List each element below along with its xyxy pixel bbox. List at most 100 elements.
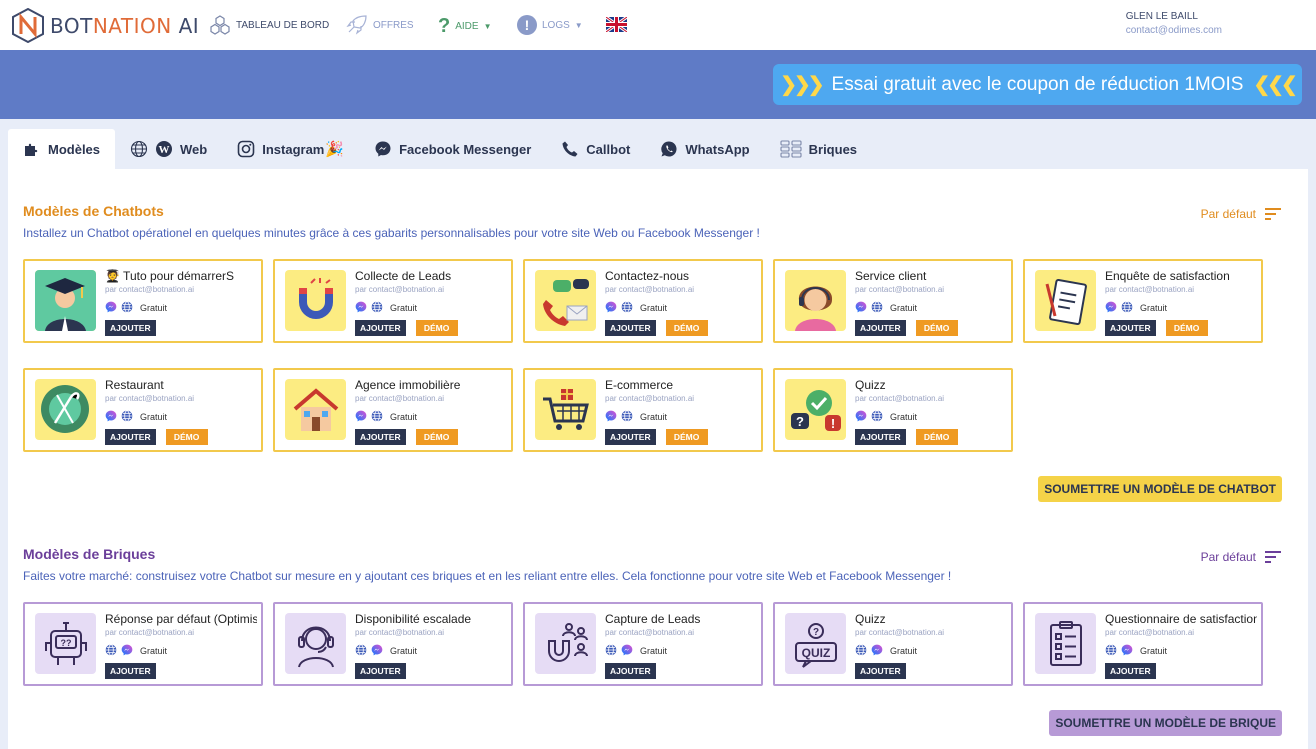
nav-aide-dropdown[interactable]: ? AIDE ▼ <box>438 15 491 38</box>
template-meta: Gratuit <box>355 301 417 315</box>
party-popper-icon: 🎉 <box>325 141 345 158</box>
demo-template-button[interactable]: DÉMO <box>665 429 708 445</box>
tab-callbot-label: Callbot <box>586 141 631 157</box>
add-template-button[interactable]: AJOUTER <box>355 429 406 445</box>
template-meta: Gratuit <box>105 410 167 424</box>
template-author: par contact@botnation.ai <box>355 394 445 403</box>
web-channel-icon <box>621 301 633 315</box>
nav-logs-dropdown[interactable]: ! LOGS ▼ <box>517 15 583 35</box>
chatbot-template-card[interactable]: 🧑‍🎓 Tuto pour démarrerS par contact@botna… <box>23 259 263 343</box>
tab-modeles[interactable]: Modèles <box>8 129 116 169</box>
chatbot-template-card[interactable]: Contactez-nous par contact@botnation.ai Gr… <box>523 259 763 343</box>
nav-dashboard[interactable]: TABLEAU DE BORD <box>209 15 329 35</box>
template-author: par contact@botnation.ai <box>605 394 695 403</box>
add-template-button[interactable]: AJOUTER <box>605 663 656 679</box>
template-actions: AJOUTER DÉMO <box>1105 320 1208 336</box>
user-name: GLEN LE BAILL <box>1125 11 1198 22</box>
add-template-button[interactable]: AJOUTER <box>355 663 406 679</box>
chatbot-template-card[interactable]: Collecte de Leads par contact@botnation.a… <box>273 259 513 343</box>
template-actions: AJOUTER DÉMO <box>855 429 958 445</box>
add-template-button[interactable]: AJOUTER <box>605 429 656 445</box>
nav-offres[interactable]: OFFRES <box>346 15 414 35</box>
template-price: Gratuit <box>1140 646 1168 656</box>
template-author: par contact@botnation.ai <box>1105 628 1195 637</box>
template-meta: Gratuit <box>105 644 167 658</box>
brique-template-card[interactable]: ? QUIZ Quizz par contact@botnation.ai Gratui… <box>773 602 1013 686</box>
brand-logo[interactable]: BOTNATION AI <box>12 8 199 43</box>
template-price: Gratuit <box>640 412 668 422</box>
phone-mail-icon <box>535 270 596 331</box>
chatbot-template-card[interactable]: Enquête de satisfaction par contact@botna… <box>1023 259 1263 343</box>
template-price: Gratuit <box>890 303 918 313</box>
add-template-button[interactable]: AJOUTER <box>105 663 156 679</box>
add-template-button[interactable]: AJOUTER <box>105 320 156 336</box>
web-channel-icon <box>371 301 383 315</box>
template-meta: Gratuit <box>355 644 417 658</box>
submit-brique-button[interactable]: SOUMETTRE UN MODÈLE DE BRIQUE <box>1049 710 1282 736</box>
uk-flag-icon <box>606 17 627 32</box>
support-agent-icon <box>785 270 846 331</box>
add-template-button[interactable]: AJOUTER <box>355 320 406 336</box>
user-account[interactable]: GLEN LE BAILL contact@odimes.com <box>1126 10 1222 38</box>
brique-template-card[interactable]: ?? Réponse par défaut (Optimisée) par cont… <box>23 602 263 686</box>
user-email: contact@odimes.com <box>1125 25 1222 36</box>
add-template-button[interactable]: AJOUTER <box>105 429 156 445</box>
template-actions: AJOUTER DÉMO <box>855 320 958 336</box>
tab-web[interactable]: W Web <box>115 129 222 169</box>
messenger-channel-icon <box>105 410 117 424</box>
quiz-bubbles-icon: ?! <box>785 379 846 440</box>
template-author: par contact@botnation.ai <box>605 628 695 637</box>
briques-sort-dropdown[interactable]: Par défaut <box>1201 550 1282 564</box>
add-template-button[interactable]: AJOUTER <box>1105 320 1156 336</box>
tab-whatsapp[interactable]: WhatsApp <box>645 129 764 169</box>
add-template-button[interactable]: AJOUTER <box>605 320 656 336</box>
chatbots-sort-dropdown[interactable]: Par défaut <box>1201 207 1282 221</box>
quiz-icon: ? QUIZ <box>785 613 846 674</box>
template-author: par contact@botnation.ai <box>355 285 445 294</box>
demo-template-button[interactable]: DÉMO <box>415 320 458 336</box>
promo-coupon-button[interactable]: ❯❯❯ Essai gratuit avec le coupon de rédu… <box>773 64 1302 105</box>
template-name: Réponse par défaut (Optimisée) <box>105 612 257 626</box>
brique-template-card[interactable]: Disponibilité escalade par contact@botnat… <box>273 602 513 686</box>
submit-chatbot-button[interactable]: SOUMETTRE UN MODÈLE DE CHATBOT <box>1038 476 1282 502</box>
demo-template-button[interactable]: DÉMO <box>915 320 958 336</box>
web-channel-icon <box>605 644 617 658</box>
template-actions: AJOUTER DÉMO <box>605 320 708 336</box>
brique-template-card[interactable]: Capture de Leads par contact@botnation.ai… <box>523 602 763 686</box>
add-template-button[interactable]: AJOUTER <box>1105 663 1156 679</box>
phone-icon <box>562 141 578 157</box>
add-template-button[interactable]: AJOUTER <box>855 429 906 445</box>
tab-briques[interactable]: Briques <box>765 129 872 169</box>
chatbot-template-card[interactable]: Restaurant par contact@botnation.ai Gratui… <box>23 368 263 452</box>
template-price: Gratuit <box>390 646 418 656</box>
demo-template-button[interactable]: DÉMO <box>165 429 208 445</box>
template-meta: Gratuit <box>105 301 167 315</box>
tab-facebook-messenger[interactable]: Facebook Messenger <box>359 129 546 169</box>
hexagons-icon <box>210 15 230 35</box>
chatbot-template-card[interactable]: Agence immobilière par contact@botnation.… <box>273 368 513 452</box>
headset-agent-icon <box>285 613 346 674</box>
chatbot-template-card[interactable]: ?! Quizz par contact@botnation.ai Gratuit AJ… <box>773 368 1013 452</box>
tab-web-label: Web <box>180 141 208 157</box>
brique-template-card[interactable]: Questionnaire de satisfaction par contact… <box>1023 602 1263 686</box>
chatbot-template-card[interactable]: E-commerce par contact@botnation.ai Gratui… <box>523 368 763 452</box>
demo-template-button[interactable]: DÉMO <box>915 429 958 445</box>
demo-template-button[interactable]: DÉMO <box>415 429 458 445</box>
demo-template-button[interactable]: DÉMO <box>665 320 708 336</box>
add-template-button[interactable]: AJOUTER <box>855 320 906 336</box>
template-name: Collecte de Leads <box>355 269 452 283</box>
chatbot-template-card[interactable]: Service client par contact@botnation.ai Gr… <box>773 259 1013 343</box>
tab-instagram[interactable]: Instagram 🎉 <box>222 129 359 169</box>
template-actions: AJOUTER <box>105 663 156 679</box>
tab-callbot[interactable]: Callbot <box>546 129 645 169</box>
language-switch[interactable] <box>606 17 627 32</box>
web-channel-icon <box>621 410 633 424</box>
magnet-users-icon <box>535 613 596 674</box>
demo-template-button[interactable]: DÉMO <box>1165 320 1208 336</box>
clipboard-icon <box>1035 270 1096 331</box>
template-name: 🧑‍🎓 Tuto pour démarrerS <box>105 269 234 283</box>
add-template-button[interactable]: AJOUTER <box>855 663 906 679</box>
template-name: Questionnaire de satisfaction <box>1105 612 1257 626</box>
template-author: par contact@botnation.ai <box>355 628 445 637</box>
magnet-icon <box>285 270 346 331</box>
